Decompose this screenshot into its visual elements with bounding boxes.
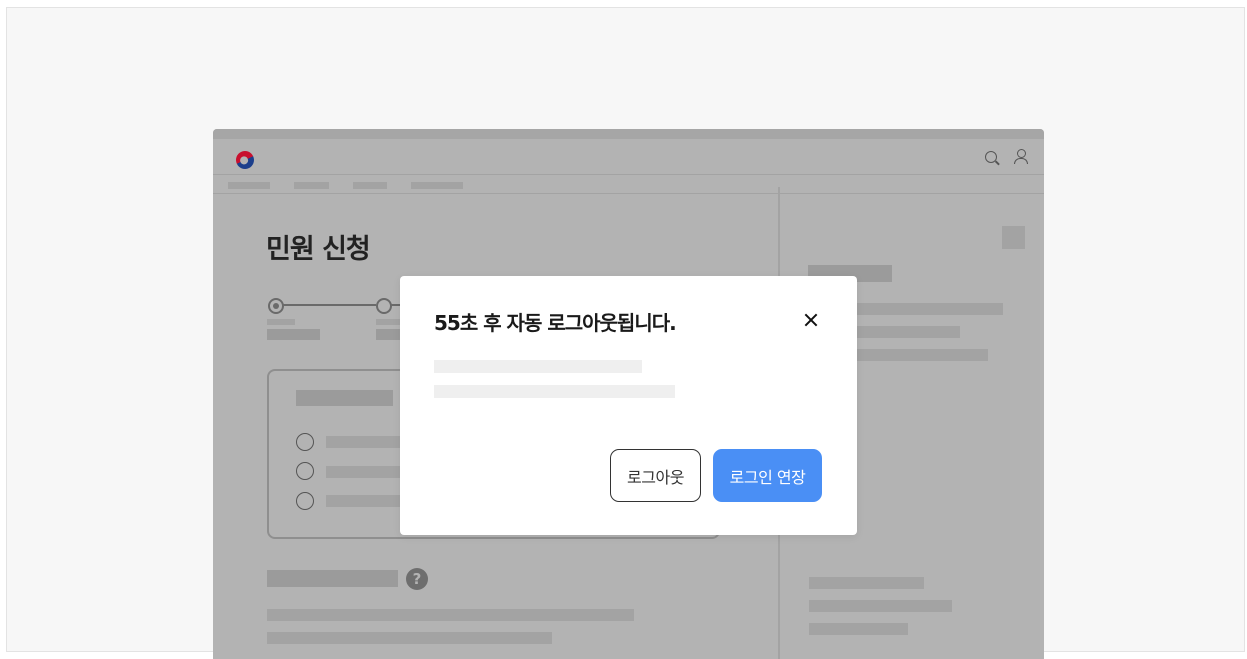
close-icon[interactable]	[801, 310, 821, 330]
dialog-text-placeholder	[434, 385, 675, 398]
radio-label-placeholder	[326, 495, 406, 507]
text-placeholder	[267, 609, 634, 621]
dialog-title: 55초 후 자동 로그아웃됩니다.	[434, 311, 677, 335]
dialog-text-placeholder	[434, 360, 642, 373]
search-icon[interactable]	[985, 151, 997, 163]
side-panel-button[interactable]	[1002, 226, 1025, 249]
top-bar	[213, 129, 1044, 139]
nav-divider	[213, 193, 1044, 194]
side-link-placeholder[interactable]	[809, 600, 952, 612]
nav-item[interactable]	[294, 182, 329, 189]
auto-logout-dialog: 55초 후 자동 로그아웃됩니다. 로그아웃 로그인 연장	[400, 276, 857, 535]
step-connector	[283, 304, 376, 306]
radio-label-placeholder	[326, 466, 406, 478]
page-title: 민원 신청	[266, 234, 371, 265]
help-icon[interactable]: ?	[406, 568, 428, 590]
radio-label-placeholder	[326, 436, 406, 448]
extend-login-button[interactable]: 로그인 연장	[713, 449, 822, 502]
user-icon[interactable]	[1014, 149, 1028, 165]
nav-item[interactable]	[411, 182, 463, 189]
side-link-placeholder[interactable]	[809, 577, 924, 589]
radio-option[interactable]	[296, 462, 314, 480]
radio-option[interactable]	[296, 492, 314, 510]
korea-government-logo-icon[interactable]	[233, 148, 257, 172]
radio-option[interactable]	[296, 433, 314, 451]
nav-item[interactable]	[353, 182, 387, 189]
card-title-placeholder	[296, 390, 393, 406]
text-placeholder	[267, 632, 552, 644]
nav-item[interactable]	[228, 182, 270, 189]
side-link-placeholder[interactable]	[809, 623, 908, 635]
section-title-placeholder	[267, 570, 398, 587]
step-indicator	[376, 298, 392, 314]
step-label-placeholder	[267, 319, 295, 325]
logout-button[interactable]: 로그아웃	[610, 449, 701, 502]
step-indicator-current	[268, 298, 284, 314]
step-label-placeholder	[267, 329, 320, 340]
header-divider	[213, 174, 1044, 175]
